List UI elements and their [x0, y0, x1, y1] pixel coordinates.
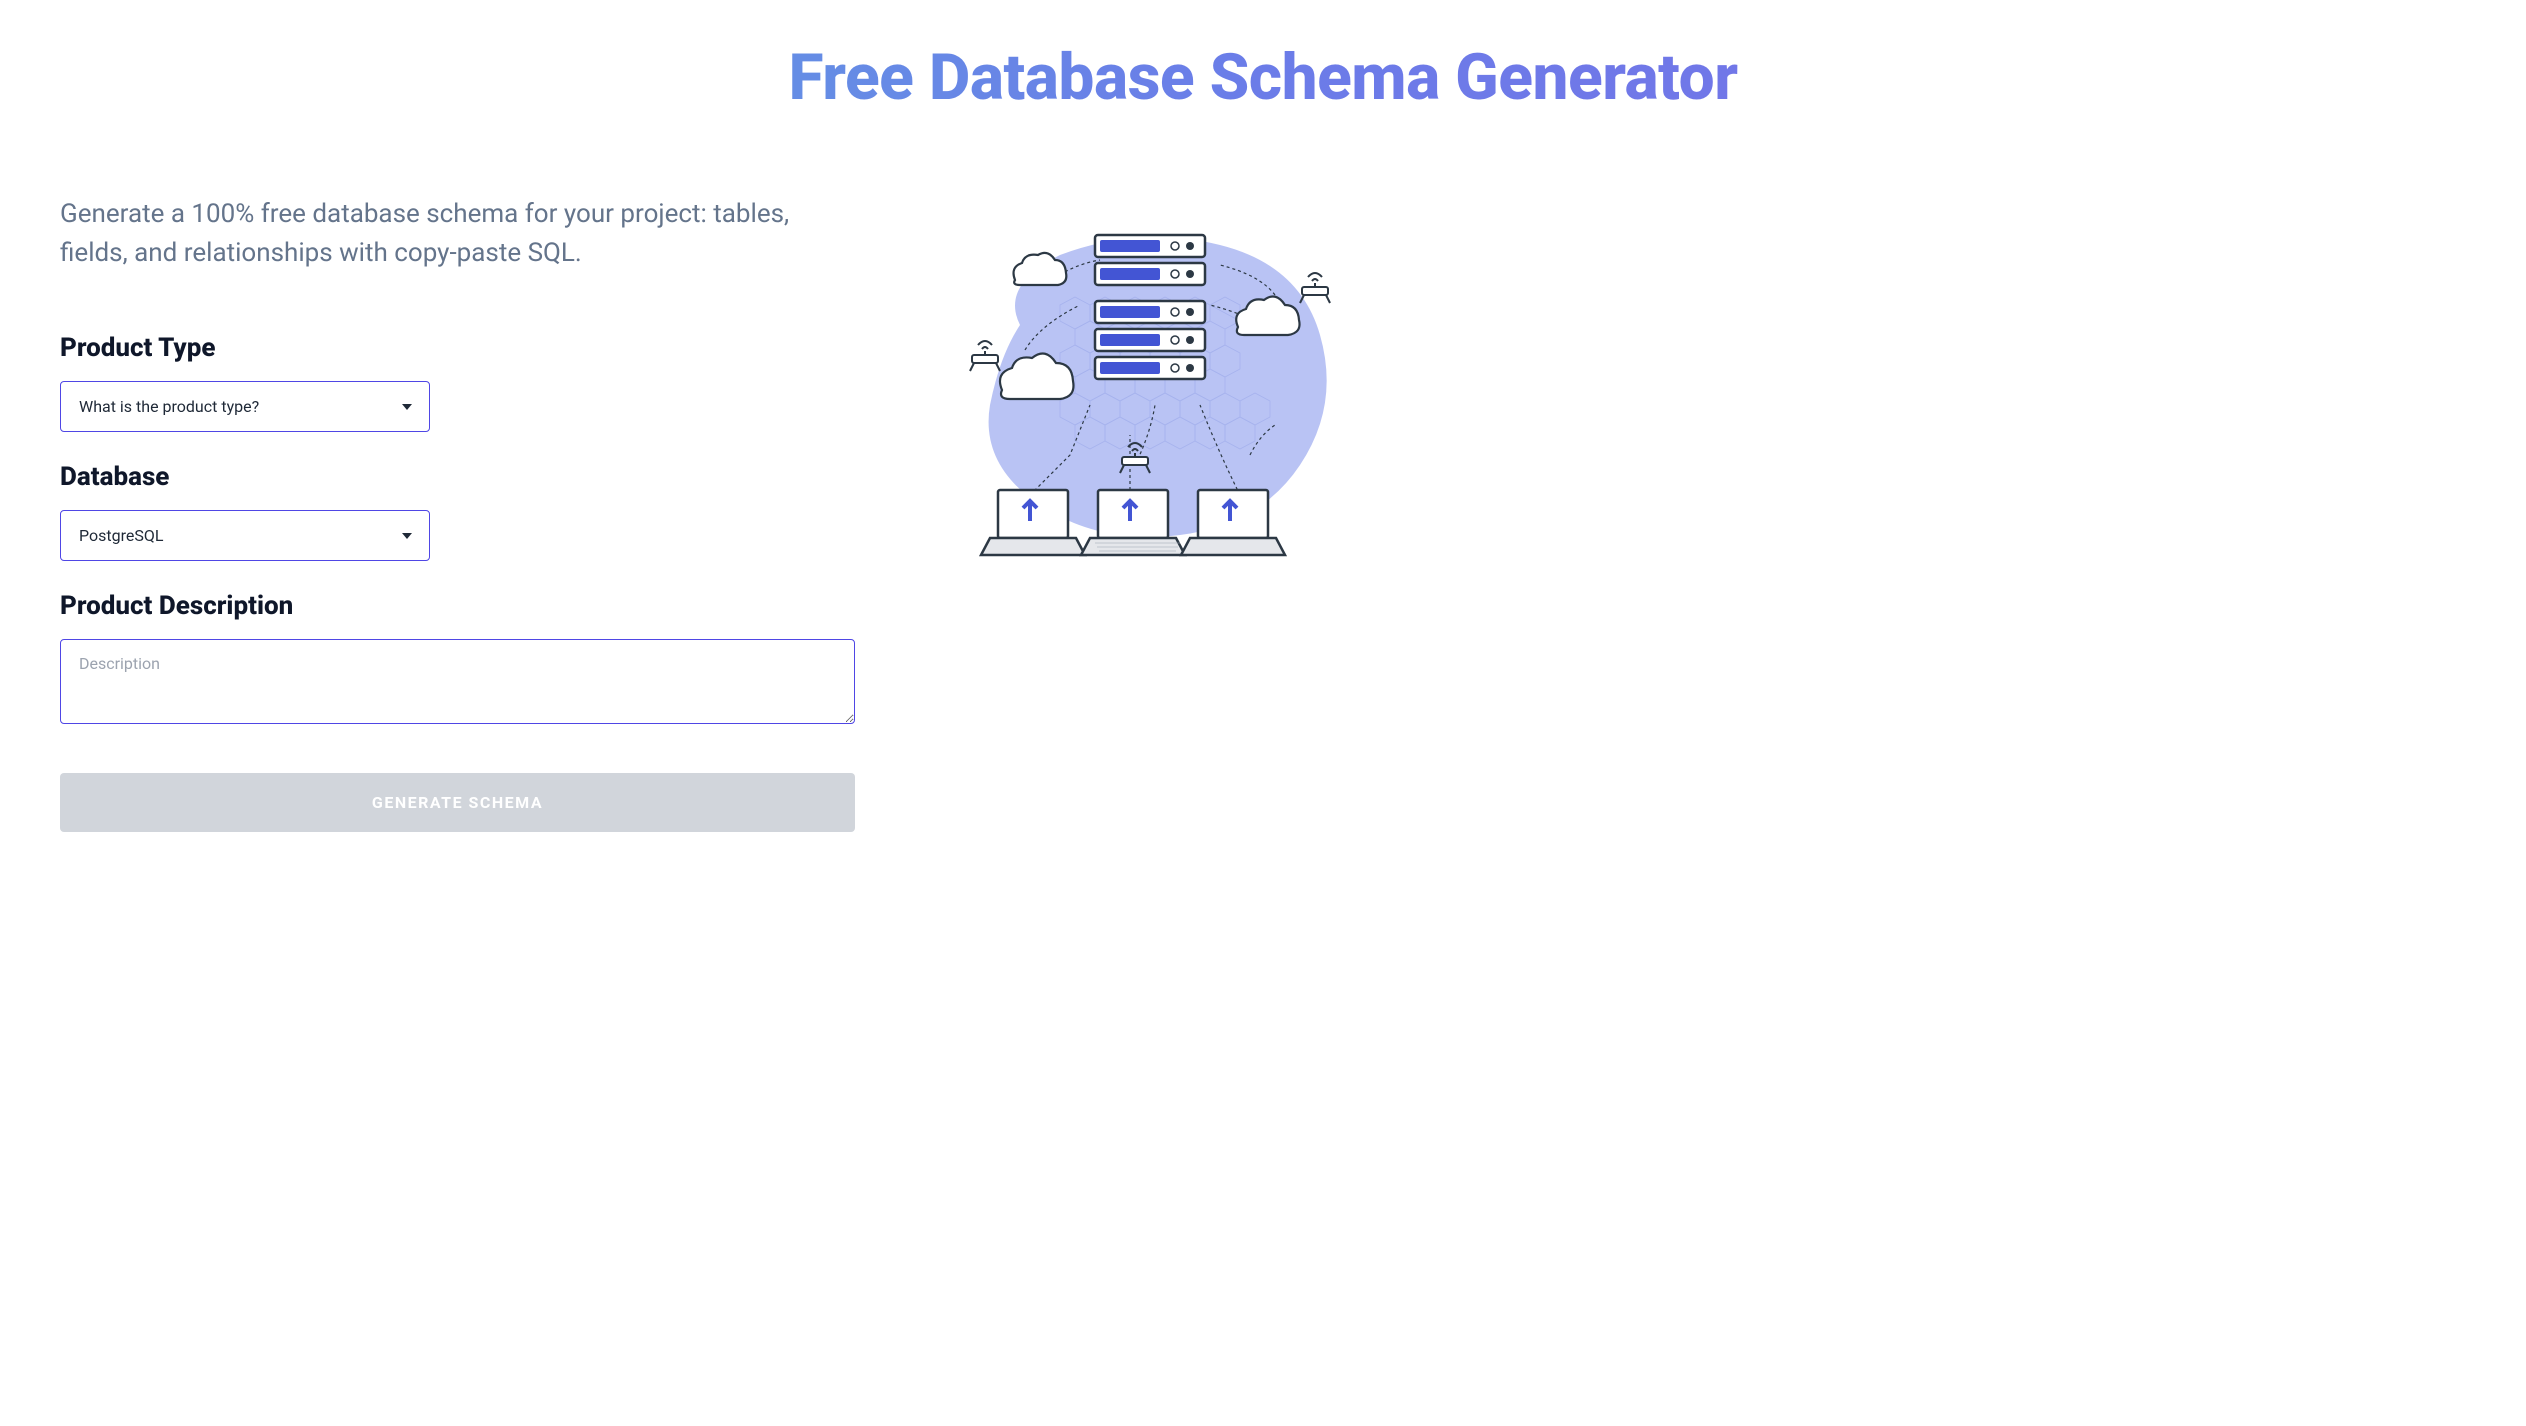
product-type-select[interactable]: What is the product type?: [60, 381, 430, 432]
subtitle-text: Generate a 100% free database schema for…: [60, 195, 860, 273]
illustration-column: [940, 195, 1360, 589]
content-wrapper: Generate a 100% free database schema for…: [60, 195, 2466, 832]
database-select-wrapper: PostgreSQL: [60, 510, 430, 561]
description-textarea[interactable]: [60, 639, 855, 724]
generate-schema-button[interactable]: GENERATE SCHEMA: [60, 773, 855, 832]
product-type-select-wrapper: What is the product type?: [60, 381, 430, 432]
database-select[interactable]: PostgreSQL: [60, 510, 430, 561]
form-column: Generate a 100% free database schema for…: [60, 195, 860, 832]
wifi-router-icon: [970, 341, 1000, 371]
description-label: Product Description: [60, 591, 860, 621]
wifi-router-icon: [1300, 273, 1330, 303]
database-label: Database: [60, 462, 860, 492]
server-stack-icon: [1095, 235, 1205, 379]
description-field-group: Product Description: [60, 591, 860, 773]
page-title: Free Database Schema Generator: [60, 40, 2466, 115]
server-network-illustration: [940, 205, 1360, 585]
product-type-label: Product Type: [60, 333, 860, 363]
database-field-group: Database PostgreSQL: [60, 462, 860, 561]
product-type-field-group: Product Type What is the product type?: [60, 333, 860, 432]
